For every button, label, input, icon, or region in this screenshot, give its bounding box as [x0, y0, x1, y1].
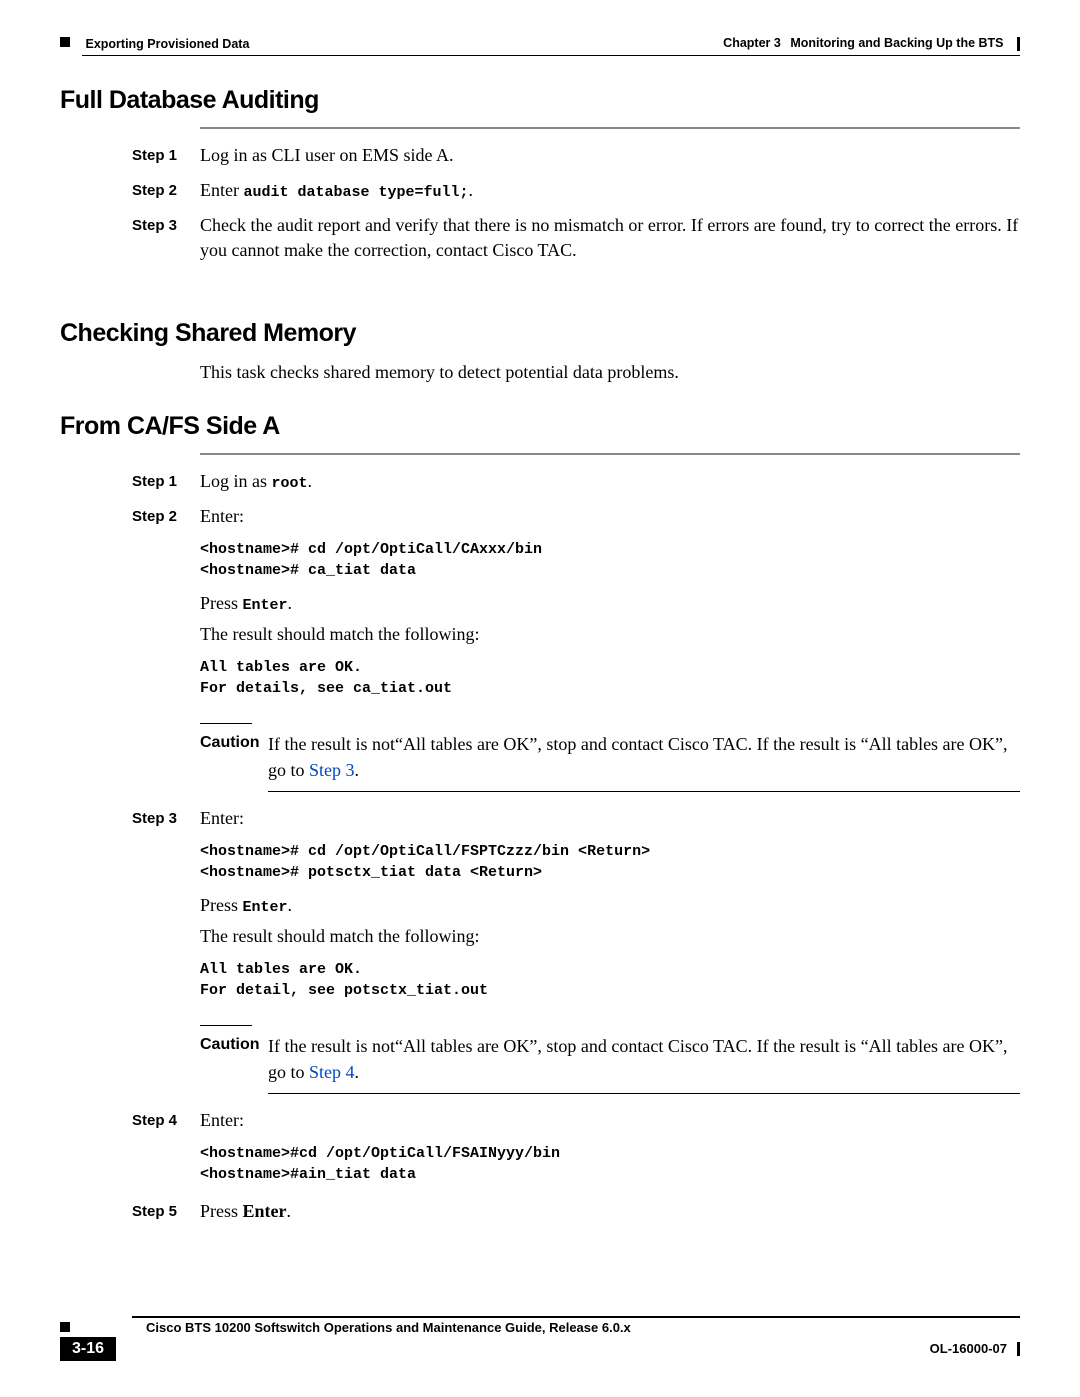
step-body: Log in as CLI user on EMS side A. [200, 143, 1020, 174]
step-text: Log in as root. [200, 469, 1020, 494]
header-section-name: Exporting Provisioned Data [85, 37, 249, 51]
step-body: Log in as root. [200, 469, 1020, 500]
caution-bottom-rule [268, 1093, 1020, 1094]
text-fragment: Press [200, 1201, 243, 1221]
caution-label: Caution [200, 732, 268, 782]
step-body: Enter: <hostname>#cd /opt/OptiCall/FSAIN… [200, 1108, 1020, 1195]
inline-code: Enter [243, 597, 288, 614]
step-text: Enter: [200, 1108, 1020, 1133]
caution-bottom-rule [268, 791, 1020, 792]
step-text: Press Enter. [200, 591, 1020, 616]
link-step-4[interactable]: Step 4 [309, 1062, 355, 1082]
text-fragment: . [355, 760, 360, 780]
step-body: Enter: <hostname># cd /opt/OptiCall/CAxx… [200, 504, 1020, 710]
text-fragment: If the result is not“All tables are OK”,… [268, 1036, 1008, 1081]
step-row: Step 3 Enter: <hostname># cd /opt/OptiCa… [132, 806, 1020, 1012]
section-rule [200, 453, 1020, 455]
step-label: Step 1 [132, 469, 200, 500]
step-row: Step 3 Check the audit report and verify… [132, 213, 1020, 269]
footer-tick-icon [1017, 1342, 1020, 1356]
caution-text: If the result is not“All tables are OK”,… [268, 732, 1020, 782]
step-row: Step 2 Enter: <hostname># cd /opt/OptiCa… [132, 504, 1020, 710]
code-block: <hostname>#cd /opt/OptiCall/FSAINyyy/bin… [200, 1143, 1020, 1185]
text-fragment: Press [200, 593, 243, 613]
footer-doc-title: Cisco BTS 10200 Softswitch Operations an… [146, 1320, 1020, 1335]
code-block: <hostname># cd /opt/OptiCall/FSPTCzzz/bi… [200, 841, 1020, 883]
caution-block: Caution If the result is not“All tables … [200, 723, 1020, 791]
code-block: All tables are OK. For detail, see potsc… [200, 959, 1020, 1001]
text-fragment: . [308, 471, 313, 491]
section-rule [200, 127, 1020, 129]
code-block: All tables are OK. For details, see ca_t… [200, 657, 1020, 699]
inline-code: root [272, 475, 308, 492]
step-text: The result should match the following: [200, 622, 1020, 647]
step-text: Press Enter. [200, 1199, 1020, 1224]
link-step-3[interactable]: Step 3 [309, 760, 355, 780]
step-label: Step 1 [132, 143, 200, 174]
header-chapter-label: Chapter 3 [723, 36, 781, 50]
intro-paragraph: This task checks shared memory to detect… [200, 360, 1020, 385]
running-header: Exporting Provisioned Data Chapter 3 Mon… [60, 36, 1020, 51]
page-footer: Cisco BTS 10200 Softswitch Operations an… [60, 1316, 1020, 1361]
step-label: Step 3 [132, 806, 200, 1012]
step-text: Log in as CLI user on EMS side A. [200, 143, 1020, 168]
step-row: Step 4 Enter: <hostname>#cd /opt/OptiCal… [132, 1108, 1020, 1195]
text-fragment: . [288, 593, 293, 613]
caution-top-rule [200, 723, 252, 724]
code-block: <hostname># cd /opt/OptiCall/CAxxx/bin <… [200, 539, 1020, 581]
step-label: Step 5 [132, 1199, 200, 1230]
header-tick-icon [1017, 37, 1020, 51]
header-rule [82, 55, 1020, 56]
text-fragment: . [469, 180, 474, 200]
text-fragment: Log in as [200, 471, 272, 491]
caution-top-rule [200, 1025, 252, 1026]
step-row: Step 1 Log in as root. [132, 469, 1020, 500]
step-row: Step 2 Enter audit database type=full;. [132, 178, 1020, 209]
bold-text: Enter [243, 1201, 287, 1221]
footer-rule [132, 1316, 1020, 1318]
text-fragment: . [355, 1062, 360, 1082]
heading-full-database-auditing: Full Database Auditing [60, 86, 1020, 115]
header-square-icon [60, 37, 70, 47]
text-fragment: . [287, 1201, 292, 1221]
text-fragment: Press [200, 895, 243, 915]
inline-code: audit database type=full; [243, 184, 468, 201]
step-text: Enter: [200, 806, 1020, 831]
step-body: Check the audit report and verify that t… [200, 213, 1020, 269]
step-text: The result should match the following: [200, 924, 1020, 949]
step-text: Enter: [200, 504, 1020, 529]
step-body: Enter: <hostname># cd /opt/OptiCall/FSPT… [200, 806, 1020, 1012]
footer-square-icon [60, 1322, 70, 1332]
text-fragment: If the result is not“All tables are OK”,… [268, 734, 1008, 779]
header-chapter-title: Monitoring and Backing Up the BTS [790, 36, 1003, 50]
page-number: 3-16 [60, 1337, 116, 1361]
heading-checking-shared-memory: Checking Shared Memory [60, 319, 1020, 348]
step-row: Step 1 Log in as CLI user on EMS side A. [132, 143, 1020, 174]
step-row: Step 5 Press Enter. [132, 1199, 1020, 1230]
heading-from-cafs-side-a: From CA/FS Side A [60, 412, 1020, 441]
step-text: Enter audit database type=full;. [200, 178, 1020, 203]
step-label: Step 2 [132, 178, 200, 209]
caution-text: If the result is not“All tables are OK”,… [268, 1034, 1020, 1084]
caution-block: Caution If the result is not“All tables … [200, 1025, 1020, 1093]
step-label: Step 3 [132, 213, 200, 269]
step-label: Step 2 [132, 504, 200, 710]
step-label: Step 4 [132, 1108, 200, 1195]
caution-label: Caution [200, 1034, 268, 1084]
footer-doc-id: OL-16000-07 [930, 1341, 1007, 1356]
step-body: Press Enter. [200, 1199, 1020, 1230]
step-text: Check the audit report and verify that t… [200, 213, 1020, 263]
step-text: Press Enter. [200, 893, 1020, 918]
text-fragment: . [288, 895, 293, 915]
text-fragment: Enter [200, 180, 243, 200]
step-body: Enter audit database type=full;. [200, 178, 1020, 209]
inline-code: Enter [243, 899, 288, 916]
